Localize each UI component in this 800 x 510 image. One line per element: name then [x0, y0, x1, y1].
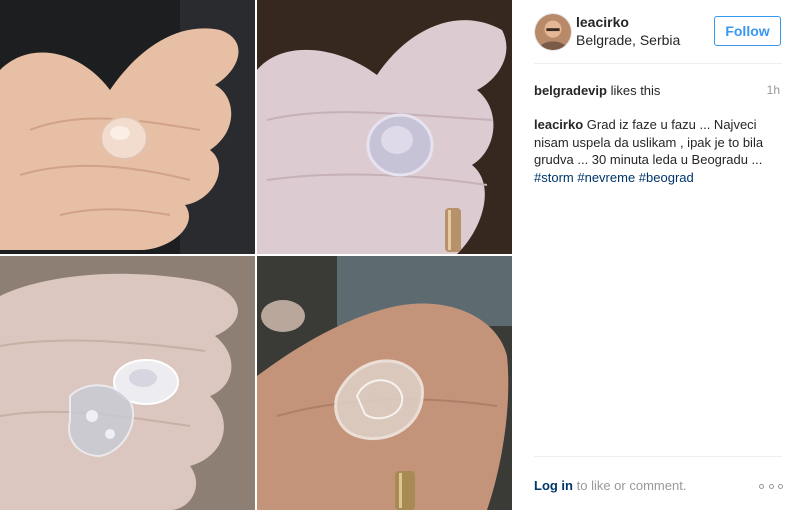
likes-suffix: likes this	[606, 83, 661, 98]
header-divider	[534, 63, 782, 64]
time-ago[interactable]: 1h	[767, 83, 780, 97]
login-prompt: Log in to like or comment.	[534, 478, 784, 498]
location-link[interactable]: Belgrade, Serbia	[576, 32, 680, 48]
hashtag-beograd[interactable]: #beograd	[639, 170, 694, 185]
more-dot	[778, 483, 783, 489]
more-dot	[768, 483, 774, 489]
liker-username[interactable]: belgradevip	[534, 83, 607, 98]
photo-hailstone-cluster[interactable]	[257, 256, 512, 510]
photo-collage[interactable]	[0, 0, 512, 510]
photo-hailstone-palm[interactable]	[0, 0, 255, 254]
avatar[interactable]	[534, 13, 572, 51]
follow-button[interactable]: Follow	[714, 16, 781, 46]
login-suffix: to like or comment.	[573, 478, 687, 493]
hashtag-storm[interactable]: #storm	[534, 170, 574, 185]
post-header: leacirko Belgrade, Serbia Follow	[512, 0, 800, 62]
instagram-post: leacirko Belgrade, Serbia Follow belgrad…	[0, 0, 800, 510]
login-link[interactable]: Log in	[534, 478, 573, 493]
post-sidebar: leacirko Belgrade, Serbia Follow belgrad…	[512, 0, 800, 510]
photo-hailstone-closeup[interactable]	[257, 0, 512, 254]
more-dot	[759, 483, 764, 489]
more-options-icon[interactable]	[759, 479, 783, 493]
photo-hailstones-fingers[interactable]	[0, 256, 255, 510]
caption-username[interactable]: leacirko	[534, 117, 583, 132]
likes-line: belgradevip likes this	[534, 83, 744, 98]
footer-divider	[534, 456, 782, 457]
caption: leacirko Grad iz faze u fazu ... Najveci…	[534, 116, 772, 186]
hashtag-nevreme[interactable]: #nevreme	[577, 170, 635, 185]
username-link[interactable]: leacirko	[576, 14, 629, 30]
